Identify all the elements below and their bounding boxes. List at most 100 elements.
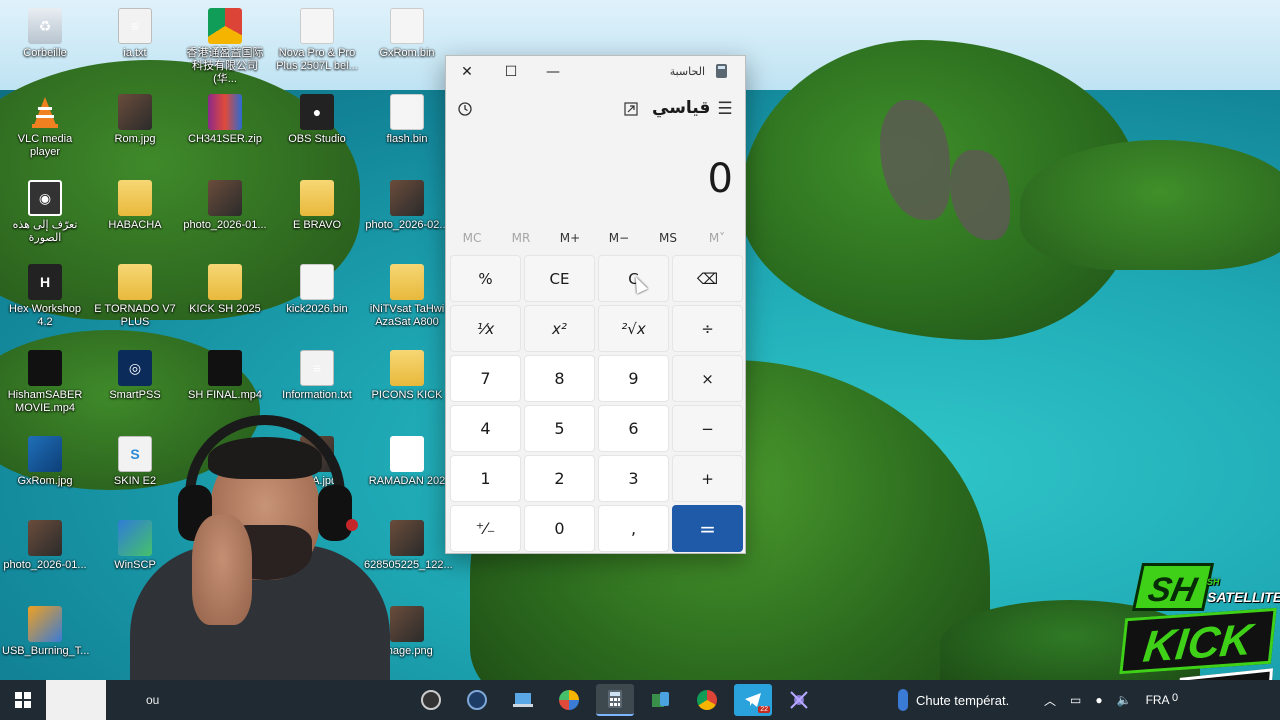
memory-clear-button[interactable]: MC	[448, 226, 496, 250]
desktop-icon-usb[interactable]: USB_Burning_T...	[2, 606, 89, 658]
desktop-icon-flashbin[interactable]: flash.bin	[364, 94, 450, 146]
memory-store-button[interactable]: MS	[644, 226, 692, 250]
language-indicator[interactable]: FRA	[1146, 693, 1170, 707]
network-icon[interactable]: ▭	[1070, 693, 1081, 707]
digit-5-key[interactable]: 5	[524, 405, 595, 452]
taskbar-app-calculator[interactable]	[596, 684, 634, 716]
desktop-icon-novapro[interactable]: Nova Pro & Pro Plus 2507L bel...	[274, 8, 360, 73]
desktop-icon-smartpss[interactable]: ◎ SmartPSS	[92, 350, 178, 402]
taskbar-app-phone-link[interactable]	[642, 684, 680, 716]
desktop-icon-kicksh[interactable]: KICK SH 2025	[182, 264, 268, 316]
desktop-icon-label: GxRom.jpg	[17, 475, 73, 487]
taskbar-search-box[interactable]	[46, 680, 106, 720]
percent-key[interactable]: %	[450, 255, 521, 302]
desktop-icon-label: photo_2026-01...	[3, 559, 87, 571]
hamburger-menu-icon[interactable]: ☰	[713, 97, 737, 121]
desktop-icon-label: E BRAVO	[292, 219, 342, 231]
multiply-key[interactable]: ×	[672, 355, 743, 402]
desktop-icon-gxromjpg[interactable]: GxRom.jpg	[2, 436, 88, 488]
desktop-icon-label: OBS Studio	[288, 133, 346, 145]
keep-on-top-icon[interactable]	[618, 96, 644, 122]
desktop-icon-hexworkshop[interactable]: H Hex Workshop 4.2	[2, 264, 88, 329]
calculator-titlebar[interactable]: ✕ ☐ — الحاسبة	[446, 56, 745, 88]
memory-recall-button[interactable]: MR	[497, 226, 545, 250]
taskbar-app-telegram[interactable]: 22	[734, 684, 772, 716]
calculator-app-icon	[716, 64, 727, 78]
square-key[interactable]: x²	[524, 305, 595, 352]
equals-key[interactable]: =	[672, 505, 743, 552]
digit-3-key[interactable]: 3	[598, 455, 669, 502]
window-title: الحاسبة	[669, 65, 705, 78]
desktop-icon-photo2[interactable]: photo_2026-02...	[364, 180, 450, 232]
desktop-icon-label: SmartPSS	[109, 389, 161, 401]
taskbar-app-paint[interactable]	[550, 684, 588, 716]
telegram-unread-badge: 22	[758, 706, 770, 713]
desktop-icon-corbeille[interactable]: ♻ Corbeille	[2, 8, 88, 60]
webcam-overlay	[90, 415, 410, 720]
taskbar-clock[interactable]: 0	[1172, 692, 1178, 704]
desktop-icon-picons[interactable]: PICONS KICK	[364, 350, 450, 402]
clear-entry-key[interactable]: CE	[524, 255, 595, 302]
desktop-icon-photo3[interactable]: photo_2026-01...	[2, 520, 88, 572]
memory-add-button[interactable]: M+	[546, 226, 594, 250]
taskbar-app-explorer[interactable]	[504, 684, 542, 716]
negate-key[interactable]: ⁺⁄₋	[450, 505, 521, 552]
digit-6-key[interactable]: 6	[598, 405, 669, 452]
digit-7-key[interactable]: 7	[450, 355, 521, 402]
taskbar-app-recorder[interactable]	[412, 684, 450, 716]
logo-satellite-sh: SH	[1207, 577, 1220, 587]
digit-8-key[interactable]: 8	[524, 355, 595, 402]
maximize-button[interactable]: ☐	[490, 56, 532, 88]
usb-burning-tool-icon	[28, 606, 62, 642]
digit-1-key[interactable]: 1	[450, 455, 521, 502]
memory-subtract-button[interactable]: M−	[595, 226, 643, 250]
desktop-icon-label: VLC media player	[17, 133, 73, 158]
desktop-icon-vlc[interactable]: VLC media player	[2, 94, 88, 159]
microphone-icon[interactable]: ●	[1095, 693, 1102, 707]
desktop-icon-photo1[interactable]: photo_2026-01...	[182, 180, 268, 232]
digit-4-key[interactable]: 4	[450, 405, 521, 452]
divide-key[interactable]: ÷	[672, 305, 743, 352]
reciprocal-key[interactable]: ¹⁄x	[450, 305, 521, 352]
desktop-icon-kick2026[interactable]: kick2026.bin	[274, 264, 360, 316]
desktop-icon-hisham[interactable]: HishamSABER MOVIE.mp4	[2, 350, 88, 415]
memory-list-button[interactable]: M˅	[693, 226, 741, 250]
volume-icon[interactable]: 🔈	[1117, 693, 1132, 707]
smartpss-icon: ◎	[118, 350, 152, 386]
digit-0-key[interactable]: 0	[524, 505, 595, 552]
desktop-icon-information[interactable]: ≡ Information.txt	[274, 350, 360, 402]
desktop-icon-invsat[interactable]: iNiTVsat TaHwi AzaSat A800	[364, 264, 450, 329]
desktop-icon-label: Rom.jpg	[114, 133, 156, 145]
square-root-key[interactable]: ²√x	[598, 305, 669, 352]
desktop-icon-romjpg[interactable]: Rom.jpg	[92, 94, 178, 146]
desktop-icon-chrome-cn[interactable]: 香港通盈益国际科技有限公司(华...	[182, 8, 268, 86]
desktop-icon-etornado[interactable]: E TORNADO V7 PLUS	[92, 264, 178, 329]
desktop-icon-label: flash.bin	[386, 133, 428, 145]
desktop-icon-ia[interactable]: ≡ ia.txt	[92, 8, 178, 60]
digit-9-key[interactable]: 9	[598, 355, 669, 402]
taskbar-app-camera[interactable]	[458, 684, 496, 716]
desktop-icon-label: GxRom.bin	[379, 47, 435, 59]
plus-key[interactable]: +	[672, 455, 743, 502]
desktop-icon-obs[interactable]: ● OBS Studio	[274, 94, 360, 146]
close-button[interactable]: ✕	[446, 56, 488, 88]
backspace-key[interactable]: ⌫	[672, 255, 743, 302]
desktop-icon-gxrombin[interactable]: GxRom.bin	[364, 8, 450, 60]
start-button[interactable]	[0, 680, 46, 720]
user-avatar-icon: ◉	[28, 180, 62, 216]
desktop-icon-avatar[interactable]: ◉ تعرّف إلى هذه الصورة	[2, 180, 88, 245]
history-icon[interactable]	[452, 96, 478, 122]
minus-key[interactable]: −	[672, 405, 743, 452]
desktop-icon-ch341[interactable]: CH341SER.zip	[182, 94, 268, 146]
chevron-up-icon[interactable]: ︿	[1044, 692, 1056, 709]
taskbar-app-chrome[interactable]	[688, 684, 726, 716]
taskbar-app-satellite[interactable]	[780, 684, 818, 716]
minimize-button[interactable]: —	[532, 56, 574, 88]
desktop-icon-ebravo[interactable]: E BRAVO	[274, 180, 360, 232]
taskbar-weather-widget[interactable]: Chute températ.	[898, 680, 1009, 720]
decimal-separator-key[interactable]: ,	[598, 505, 669, 552]
desktop-icon-shfinal[interactable]: SH FINAL.mp4	[182, 350, 268, 402]
desktop-icon-habacha[interactable]: HABACHA	[92, 180, 178, 232]
digit-2-key[interactable]: 2	[524, 455, 595, 502]
logo-satellite-text: SH SATELLITE	[1207, 575, 1280, 605]
